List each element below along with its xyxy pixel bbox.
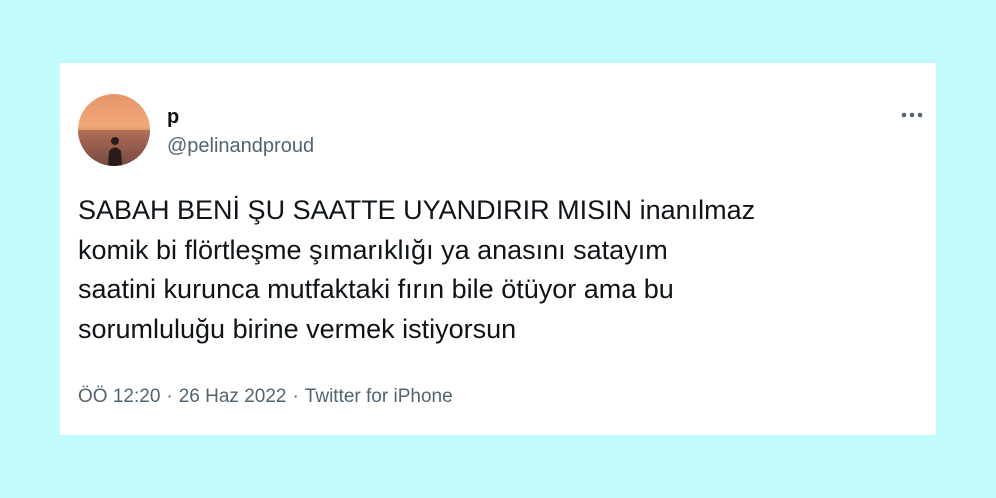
separator: · (292, 386, 299, 407)
tweet-time[interactable]: ÖÖ 12:20 (78, 386, 160, 407)
tweet-text: SABAH BENİ ŞU SAATTE UYANDIRIR MISIN ina… (78, 191, 918, 349)
tweet-metadata: ÖÖ 12:20 · 26 Haz 2022 · Twitter for iPhone (78, 385, 453, 409)
more-options-button[interactable] (896, 103, 928, 127)
tweet-text-line: sorumluluğu birine vermek istiyorsun (78, 313, 517, 344)
user-handle[interactable]: @pelinandproud (167, 134, 314, 158)
tweet-text-line: saatini kurunca mutfaktaki fırın bile öt… (78, 274, 674, 304)
tweet-date[interactable]: 26 Haz 2022 (179, 386, 287, 407)
separator: · (166, 386, 173, 407)
tweet-source[interactable]: Twitter for iPhone (305, 386, 453, 407)
display-name[interactable]: p (167, 105, 179, 129)
tweet-text-line: SABAH BENİ ŞU SAATTE UYANDIRIR MISIN ina… (78, 195, 756, 225)
tweet-card: p @pelinandproud SABAH BENİ ŞU SAATTE UY… (60, 63, 936, 435)
tweet-text-line: komik bi flörtleşme şımarıklığı ya anası… (78, 234, 668, 265)
more-horizontal-icon (901, 112, 923, 118)
avatar[interactable] (78, 94, 150, 166)
avatar-image (78, 94, 150, 166)
